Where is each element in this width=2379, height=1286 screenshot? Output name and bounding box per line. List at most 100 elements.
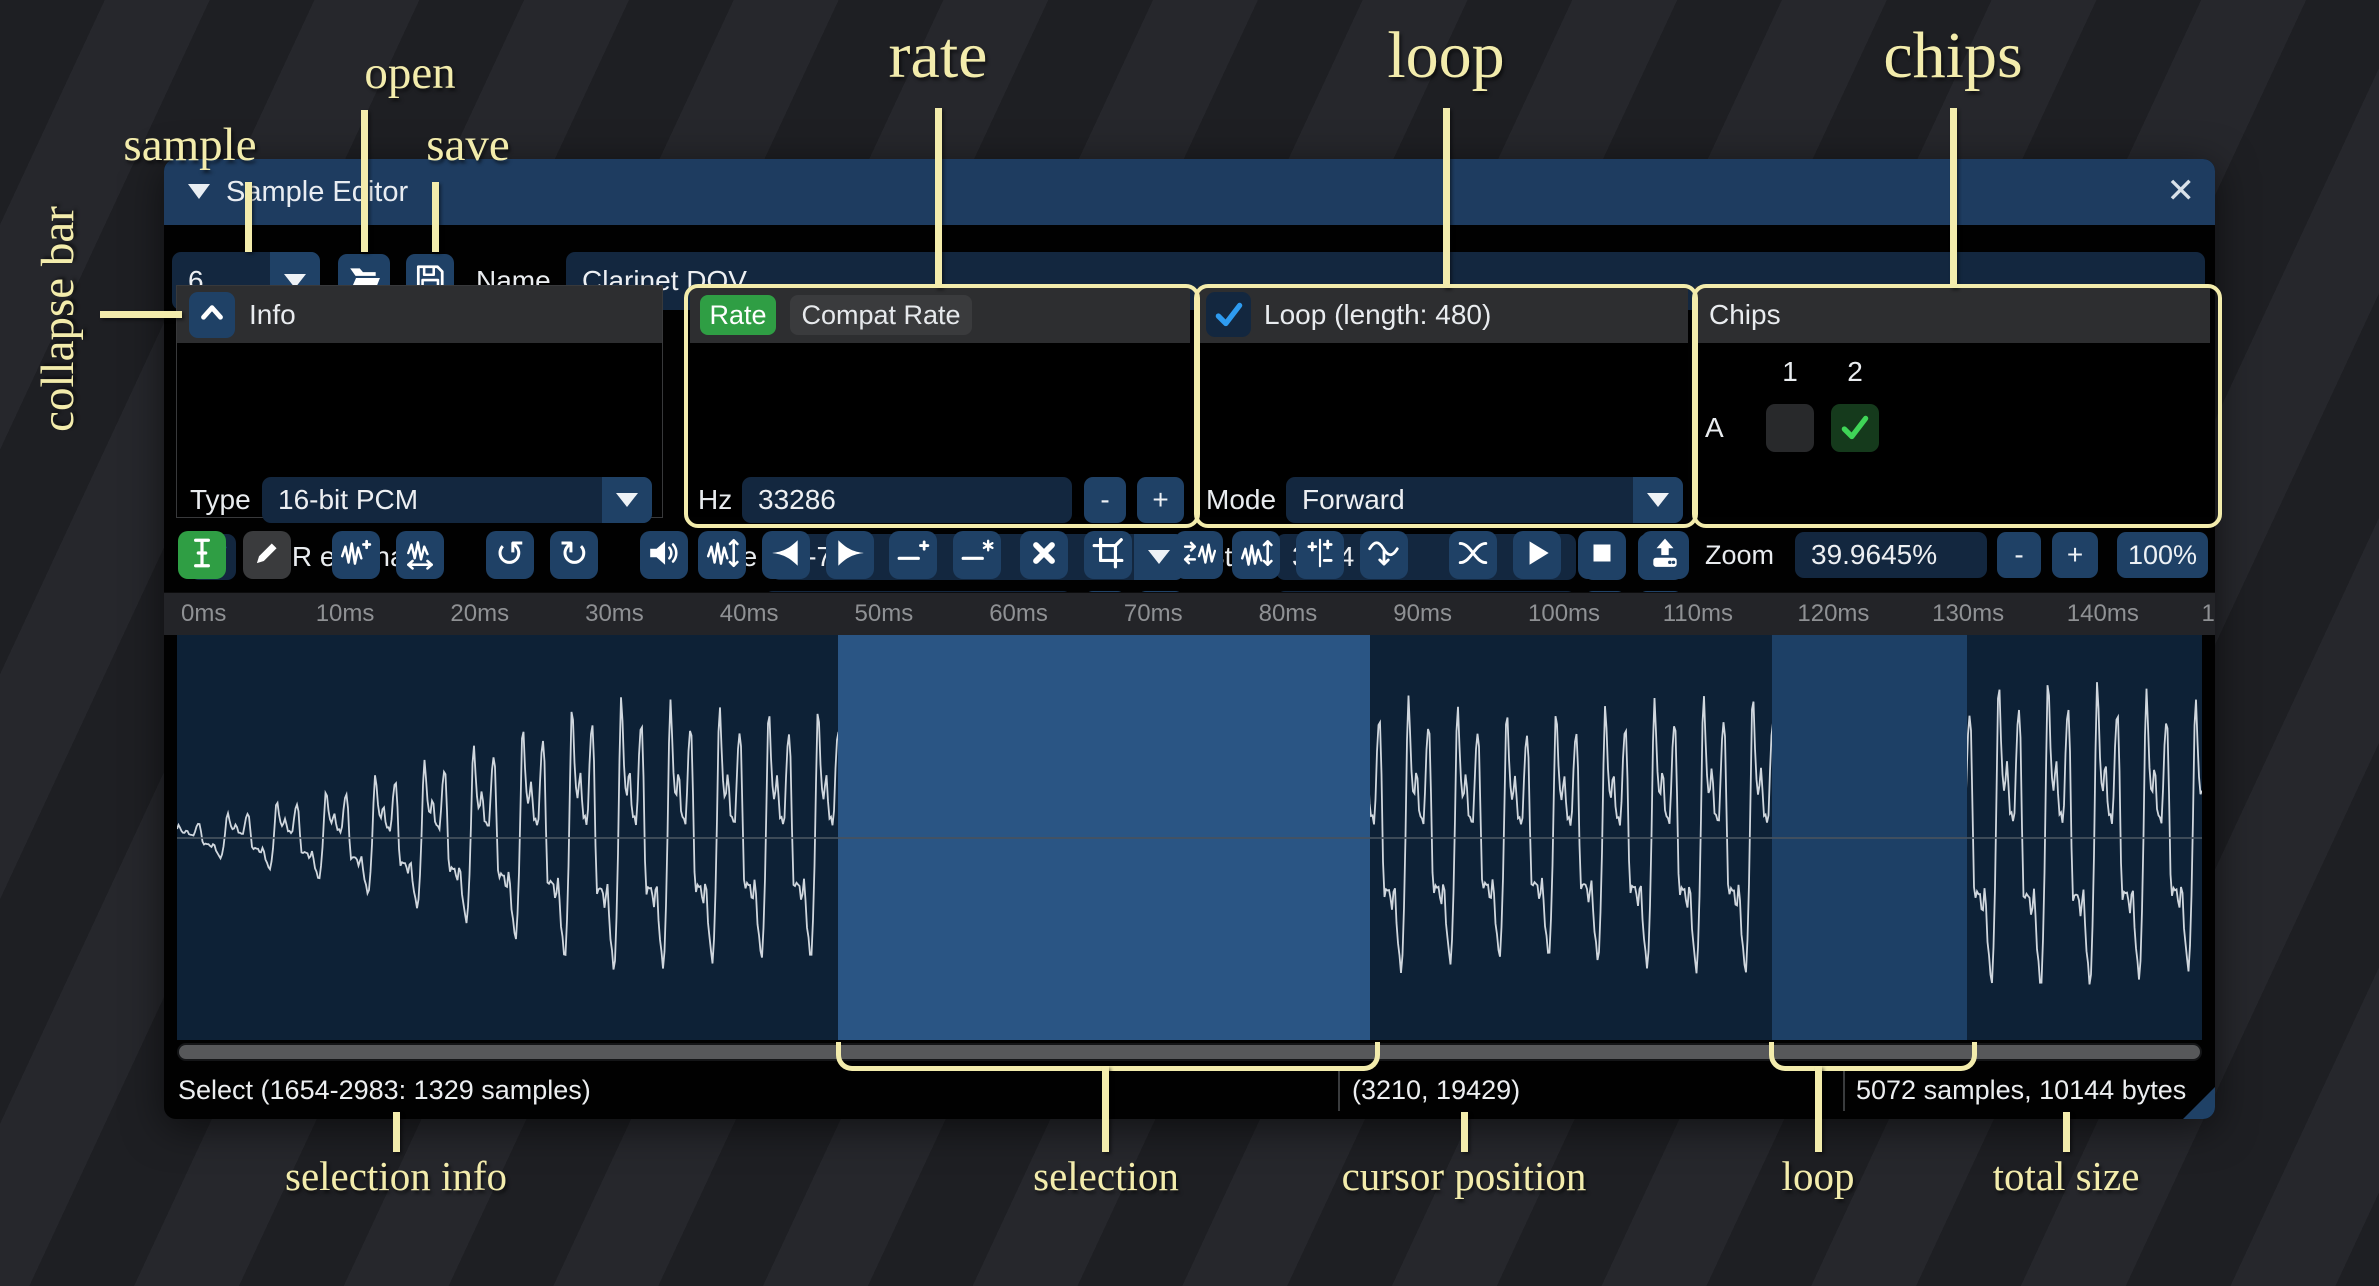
annotation-collapse-bar: collapse bar <box>31 119 85 519</box>
chip-checkbox-1[interactable] <box>1766 404 1814 452</box>
type-label: Type <box>190 477 251 523</box>
export-sample-button[interactable] <box>1641 531 1689 579</box>
insert-silence-button[interactable] <box>889 531 937 579</box>
wave-stretch-icon <box>403 536 437 575</box>
timeline-label: 50ms <box>855 593 914 635</box>
silence-star-icon <box>960 536 994 575</box>
amplify-button[interactable] <box>640 531 688 579</box>
reverse-button[interactable] <box>1175 531 1223 579</box>
zoom-label: Zoom <box>1705 531 1774 579</box>
timeline-label: 30ms <box>585 593 644 635</box>
annotation-loop-marker: loop <box>1782 1152 1855 1200</box>
zoom-in-button[interactable]: + <box>2052 532 2098 578</box>
type-select[interactable]: 16-bit PCM <box>262 477 652 523</box>
play-button[interactable] <box>1513 531 1561 579</box>
delete-x-icon <box>1027 536 1061 575</box>
rate-panel: Rate Compat Rate Hz 33286 - + Note C-7 F… <box>690 286 1190 517</box>
chips-panel-header: Chips <box>1695 286 2210 343</box>
stop-icon <box>1585 536 1619 575</box>
hz-decrease-button[interactable]: - <box>1084 477 1126 523</box>
crop-icon <box>1091 536 1125 575</box>
zoom-out-button[interactable]: - <box>1997 532 2041 578</box>
chip-checkbox-2[interactable] <box>1831 404 1879 452</box>
window-resize-grip[interactable] <box>2183 1087 2215 1119</box>
info-panel-title: Info <box>249 286 296 343</box>
redo-icon: ↻ <box>559 538 589 572</box>
status-separator <box>1338 1069 1340 1111</box>
apply-silence-button[interactable] <box>953 531 1001 579</box>
fade-out-icon <box>833 536 867 575</box>
chips-panel: Chips 1 2 A <box>1695 286 2210 517</box>
normalize-button[interactable] <box>698 531 746 579</box>
draw-tool-button[interactable] <box>243 531 291 579</box>
hz-input[interactable]: 33286 <box>742 477 1072 523</box>
wave-reverse-icon <box>1182 536 1216 575</box>
tab-rate[interactable]: Rate <box>700 295 776 335</box>
collapse-bar-button[interactable] <box>189 292 235 338</box>
info-panel-header: Info <box>177 286 662 343</box>
window-collapse-icon[interactable] <box>188 184 210 199</box>
silence-plus-icon <box>896 536 930 575</box>
timeline-label: 60ms <box>989 593 1048 635</box>
crossfade-button[interactable] <box>1449 531 1497 579</box>
scrollbar-handle[interactable] <box>179 1045 2200 1059</box>
resample-button[interactable] <box>396 531 444 579</box>
speaker-icon <box>647 536 681 575</box>
undo-button[interactable]: ↺ <box>486 531 534 579</box>
invert-button[interactable] <box>1232 531 1280 579</box>
annotation-rate: rate <box>889 18 988 94</box>
loop-mode-select[interactable]: Forward <box>1286 477 1683 523</box>
select-tool-button[interactable] <box>178 531 226 579</box>
delete-button[interactable] <box>1020 531 1068 579</box>
annotation-loop: loop <box>1387 18 1504 94</box>
close-icon[interactable]: ✕ <box>2167 159 2196 223</box>
hz-increase-button[interactable]: + <box>1137 477 1184 523</box>
loop-panel-header: Loop (length: 480) <box>1198 286 1688 343</box>
wave-filter-icon <box>1367 536 1401 575</box>
ibeam-cursor-icon <box>185 536 219 575</box>
title-bar[interactable]: Sample Editor ✕ <box>164 159 2215 225</box>
fade-in-icon <box>769 536 803 575</box>
fade-out-button[interactable] <box>826 531 874 579</box>
filter-button[interactable] <box>1360 531 1408 579</box>
timeline-label: 40ms <box>720 593 779 635</box>
zoom-reset-button[interactable]: 100% <box>2117 532 2208 578</box>
hz-label: Hz <box>698 477 732 523</box>
loop-mode-value: Forward <box>1302 477 1405 523</box>
sign-button[interactable] <box>1296 531 1344 579</box>
chip-column-1: 1 <box>1766 352 1814 392</box>
horizontal-scrollbar[interactable] <box>177 1043 2202 1061</box>
trim-button[interactable] <box>1084 531 1132 579</box>
info-panel: Info Type 16-bit PCM BRR emphasis <box>177 286 662 517</box>
loop-panel: Loop (length: 480) Mode Forward Start 39… <box>1198 286 1688 517</box>
page-background: Sample Editor ✕ 6 Name Clarinet DQV Info <box>0 0 2379 1286</box>
chevron-down-icon[interactable] <box>602 477 652 523</box>
timeline-label: 70ms <box>1124 593 1183 635</box>
zoom-input[interactable]: 39.9645% <box>1795 532 1987 578</box>
stop-button[interactable] <box>1578 531 1626 579</box>
loop-enable-checkbox[interactable] <box>1206 292 1251 337</box>
chevron-down-icon[interactable] <box>1633 477 1683 523</box>
fade-in-button[interactable] <box>762 531 810 579</box>
window-title: Sample Editor <box>226 159 408 225</box>
timeline-label: 100ms <box>1528 593 1600 635</box>
timeline-label: 140ms <box>2067 593 2139 635</box>
chip-row-label: A <box>1705 404 1724 452</box>
mode-label: Mode <box>1206 477 1276 523</box>
cursor-position-text: (3210, 19429) <box>1352 1065 1520 1115</box>
resize-button[interactable] <box>332 531 380 579</box>
play-icon <box>1520 536 1554 575</box>
timeline-label: 10ms <box>316 593 375 635</box>
timeline-label: 130ms <box>1932 593 2004 635</box>
tab-compat-rate[interactable]: Compat Rate <box>790 295 972 335</box>
sample-editor-window: Sample Editor ✕ 6 Name Clarinet DQV Info <box>164 159 2215 1119</box>
timeline-label: 110ms <box>1663 593 1733 635</box>
timeline-label: 0ms <box>181 593 226 635</box>
redo-button[interactable]: ↻ <box>550 531 598 579</box>
timeline-label: 90ms <box>1393 593 1452 635</box>
annotation-selection-info: selection info <box>285 1152 507 1200</box>
chips-panel-title: Chips <box>1709 286 1781 343</box>
pencil-icon <box>250 536 284 575</box>
waveform-display[interactable] <box>177 635 2202 1040</box>
timeline-ruler[interactable]: 0ms10ms20ms30ms40ms50ms60ms70ms80ms90ms1… <box>164 592 2215 635</box>
